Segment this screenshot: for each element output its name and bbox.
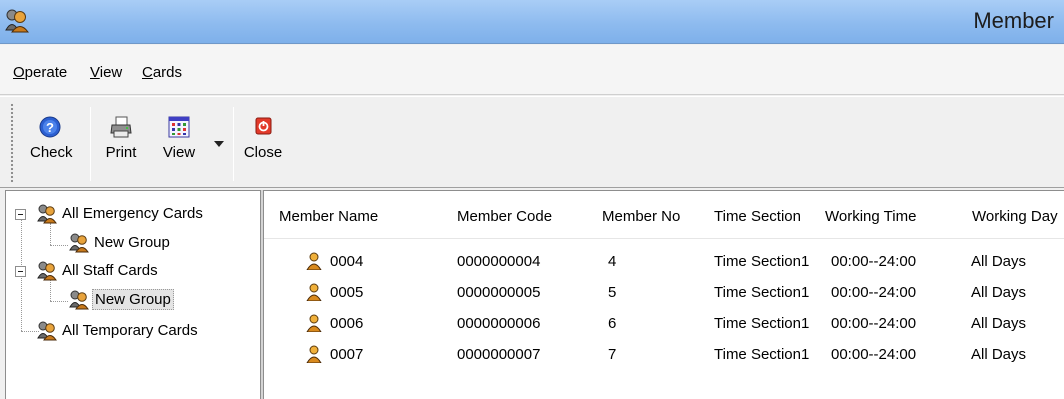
tree-connector <box>50 301 68 302</box>
cell-time-section: Time Section1 <box>714 346 810 363</box>
cell-working-day: All Days <box>971 315 1027 332</box>
toolbar-separator <box>233 107 234 181</box>
list-header: Member Name Member Code Member No Time S… <box>264 191 1064 239</box>
column-header-working-day[interactable]: Working Day <box>972 191 1058 239</box>
printer-icon <box>110 116 132 138</box>
group-icon <box>37 321 57 341</box>
cell-working-time: 00:00--24:00 <box>831 253 917 270</box>
window-title: Member <box>973 8 1054 33</box>
person-icon <box>306 314 322 332</box>
title-bar[interactable]: Member <box>0 0 1064 44</box>
cell-member-code: 0000000005 <box>457 284 541 301</box>
cell-member-code: 0000000006 <box>457 315 541 332</box>
tree-node-all-staff-cards[interactable]: All Staff Cards <box>36 259 160 283</box>
cell-time-section: Time Section1 <box>714 284 810 301</box>
cell-member-no: 7 <box>608 346 617 363</box>
check-button[interactable]: ? Check <box>30 115 73 161</box>
svg-text:?: ? <box>46 120 54 135</box>
view-button[interactable]: View <box>157 115 201 161</box>
person-icon <box>306 252 322 270</box>
cell-working-time: 00:00--24:00 <box>831 284 917 301</box>
group-icon[interactable] <box>3 6 31 34</box>
table-row[interactable]: 0004 0000000004 4 Time Section1 00:00--2… <box>264 246 1064 277</box>
cell-working-time: 00:00--24:00 <box>831 346 917 363</box>
column-header-member-no[interactable]: Member No <box>602 191 680 239</box>
cell-working-time: 00:00--24:00 <box>831 315 917 332</box>
menu-view[interactable]: View <box>90 64 122 81</box>
column-header-member-code[interactable]: Member Code <box>457 191 552 239</box>
group-icon <box>69 290 89 310</box>
column-header-time-section[interactable]: Time Section <box>714 191 801 239</box>
tree-node-new-group-selected[interactable]: New Group <box>68 288 174 312</box>
cell-time-section: Time Section1 <box>714 253 810 270</box>
table-row[interactable]: 0006 0000000006 6 Time Section1 00:00--2… <box>264 308 1064 339</box>
cell-member-no: 4 <box>608 253 617 270</box>
menu-operate[interactable]: Operate <box>13 64 67 81</box>
tree-node-all-temporary-cards[interactable]: All Temporary Cards <box>36 319 200 343</box>
toolbar: ? Check Print View Close <box>0 96 1064 188</box>
power-off-icon <box>255 117 272 135</box>
group-icon <box>69 233 89 253</box>
cell-time-section: Time Section1 <box>714 315 810 332</box>
cell-member-name: 0004 <box>330 253 364 270</box>
cell-member-name: 0007 <box>330 346 364 363</box>
column-header-member-name[interactable]: Member Name <box>279 191 378 239</box>
menu-bar: Operate View Cards <box>0 45 1064 95</box>
tree-node-all-emergency-cards[interactable]: All Emergency Cards <box>36 202 205 226</box>
view-dropdown-arrow-icon[interactable] <box>214 141 224 147</box>
group-icon <box>37 204 57 224</box>
cell-working-day: All Days <box>971 346 1027 363</box>
tree-connector <box>50 245 68 246</box>
person-icon <box>306 283 322 301</box>
tree-node-new-group[interactable]: New Group <box>68 231 172 255</box>
cell-member-name: 0005 <box>330 284 364 301</box>
table-row[interactable]: 0005 0000000005 5 Time Section1 00:00--2… <box>264 277 1064 308</box>
print-button[interactable]: Print <box>100 115 142 161</box>
toolbar-separator <box>90 107 91 181</box>
cell-member-no: 5 <box>608 284 617 301</box>
member-list[interactable]: Member Name Member Code Member No Time S… <box>263 190 1064 399</box>
collapse-icon[interactable] <box>15 209 26 220</box>
cell-member-code: 0000000007 <box>457 346 541 363</box>
menu-cards[interactable]: Cards <box>142 64 182 81</box>
grid-view-icon <box>168 116 190 138</box>
group-tree[interactable]: All Emergency Cards New Group All Staff … <box>5 190 261 399</box>
toolbar-grip[interactable] <box>10 103 14 183</box>
cell-member-name: 0006 <box>330 315 364 332</box>
person-icon <box>306 345 322 363</box>
table-row[interactable]: 0007 0000000007 7 Time Section1 00:00--2… <box>264 339 1064 370</box>
close-button[interactable]: Close <box>243 115 283 161</box>
cell-working-day: All Days <box>971 253 1027 270</box>
group-icon <box>37 261 57 281</box>
cell-member-code: 0000000004 <box>457 253 541 270</box>
collapse-icon[interactable] <box>15 266 26 277</box>
column-header-working-time[interactable]: Working Time <box>825 191 916 239</box>
help-icon: ? <box>39 116 61 138</box>
tree-connector <box>50 223 51 245</box>
cell-working-day: All Days <box>971 284 1027 301</box>
cell-member-no: 6 <box>608 315 617 332</box>
